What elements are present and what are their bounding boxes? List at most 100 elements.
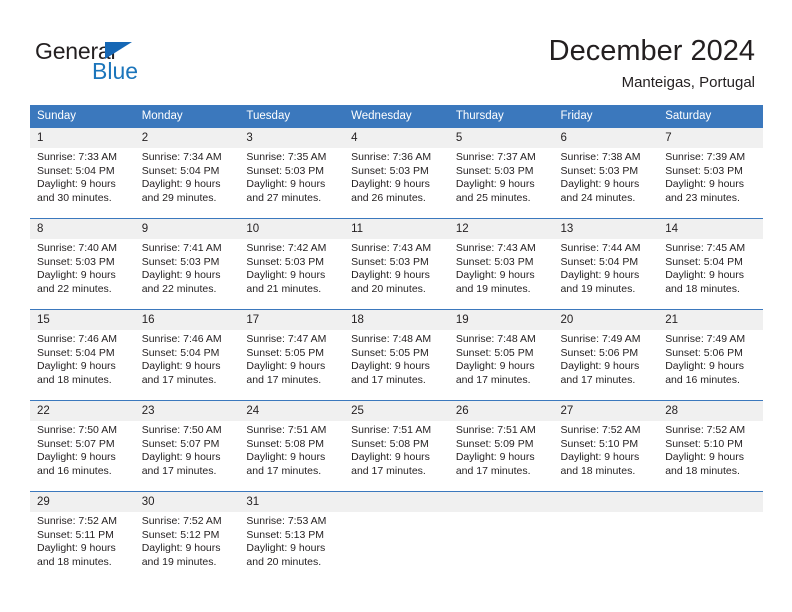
calendar-day-cell[interactable]: 21 Sunrise: 7:49 AM Sunset: 5:06 PM Dayl… — [658, 309, 763, 401]
day-cell-inner: 7 Sunrise: 7:39 AM Sunset: 5:03 PM Dayli… — [658, 128, 763, 218]
calendar-day-cell[interactable]: 7 Sunrise: 7:39 AM Sunset: 5:03 PM Dayli… — [658, 128, 763, 219]
calendar-day-cell-empty — [553, 491, 659, 582]
sunrise-text: Sunrise: 7:51 AM — [351, 424, 432, 436]
day-details — [658, 512, 763, 515]
calendar-day-cell[interactable]: 5 Sunrise: 7:37 AM Sunset: 5:03 PM Dayli… — [448, 128, 554, 219]
calendar-day-cell[interactable]: 20 Sunrise: 7:49 AM Sunset: 5:06 PM Dayl… — [553, 309, 659, 401]
daylight-text-line1: Daylight: 9 hours — [141, 360, 221, 373]
day-details: Sunrise: 7:38 AM Sunset: 5:03 PM Dayligh… — [554, 148, 659, 205]
day-cell-inner: 16 Sunrise: 7:46 AM Sunset: 5:04 PM Dayl… — [134, 310, 240, 400]
sunrise-text: Sunrise: 7:36 AM — [351, 151, 432, 163]
calendar-day-cell[interactable]: 10 Sunrise: 7:42 AM Sunset: 5:03 PM Dayl… — [239, 218, 345, 310]
daylight-text-line1: Daylight: 9 hours — [665, 178, 745, 191]
weekday-header-monday: Monday — [134, 105, 240, 128]
day-cell-inner: 10 Sunrise: 7:42 AM Sunset: 5:03 PM Dayl… — [239, 219, 345, 309]
calendar-day-cell[interactable]: 12 Sunrise: 7:43 AM Sunset: 5:03 PM Dayl… — [448, 218, 554, 310]
calendar-day-cell[interactable]: 17 Sunrise: 7:47 AM Sunset: 5:05 PM Dayl… — [239, 309, 345, 401]
logo-triangle-icon — [105, 42, 132, 59]
day-details: Sunrise: 7:50 AM Sunset: 5:07 PM Dayligh… — [135, 421, 240, 478]
calendar-day-cell[interactable]: 18 Sunrise: 7:48 AM Sunset: 5:05 PM Dayl… — [344, 309, 449, 401]
day-details: Sunrise: 7:37 AM Sunset: 5:03 PM Dayligh… — [449, 148, 554, 205]
day-details: Sunrise: 7:51 AM Sunset: 5:08 PM Dayligh… — [239, 421, 344, 478]
calendar-day-cell[interactable]: 1 Sunrise: 7:33 AM Sunset: 5:04 PM Dayli… — [30, 128, 135, 219]
day-cell-inner: 1 Sunrise: 7:33 AM Sunset: 5:04 PM Dayli… — [30, 128, 135, 218]
daylight-text-line2: and 29 minutes. — [141, 191, 217, 204]
sunset-text: Sunset: 5:05 PM — [351, 346, 429, 359]
calendar-day-cell[interactable]: 14 Sunrise: 7:45 AM Sunset: 5:04 PM Dayl… — [658, 218, 763, 310]
calendar-day-cell[interactable]: 8 Sunrise: 7:40 AM Sunset: 5:03 PM Dayli… — [30, 218, 135, 310]
day-cell-inner: 12 Sunrise: 7:43 AM Sunset: 5:03 PM Dayl… — [448, 219, 554, 309]
calendar-day-cell[interactable]: 11 Sunrise: 7:43 AM Sunset: 5:03 PM Dayl… — [344, 218, 449, 310]
daylight-text-line2: and 17 minutes. — [560, 373, 636, 386]
daylight-text-line1: Daylight: 9 hours — [560, 269, 640, 282]
day-cell-inner: 2 Sunrise: 7:34 AM Sunset: 5:04 PM Dayli… — [134, 128, 240, 218]
calendar-day-cell[interactable]: 3 Sunrise: 7:35 AM Sunset: 5:03 PM Dayli… — [239, 128, 345, 219]
calendar-day-cell[interactable]: 9 Sunrise: 7:41 AM Sunset: 5:03 PM Dayli… — [134, 218, 240, 310]
sunset-text: Sunset: 5:03 PM — [141, 255, 220, 268]
calendar-day-cell[interactable]: 13 Sunrise: 7:44 AM Sunset: 5:04 PM Dayl… — [553, 218, 659, 310]
daylight-text-line1: Daylight: 9 hours — [351, 178, 430, 191]
general-blue-logo[interactable]: General Blue — [35, 38, 215, 90]
calendar-week-row: 22 Sunrise: 7:50 AM Sunset: 5:07 PM Dayl… — [30, 400, 763, 492]
calendar-day-cell[interactable]: 27 Sunrise: 7:52 AM Sunset: 5:10 PM Dayl… — [553, 400, 659, 492]
calendar-day-cell[interactable]: 4 Sunrise: 7:36 AM Sunset: 5:03 PM Dayli… — [344, 128, 449, 219]
day-number: 9 — [134, 219, 240, 239]
day-cell-inner: 20 Sunrise: 7:49 AM Sunset: 5:06 PM Dayl… — [553, 310, 659, 400]
day-details: Sunrise: 7:41 AM Sunset: 5:03 PM Dayligh… — [135, 239, 240, 296]
daylight-text-line1: Daylight: 9 hours — [141, 269, 221, 282]
calendar-day-cell[interactable]: 2 Sunrise: 7:34 AM Sunset: 5:04 PM Dayli… — [134, 128, 240, 219]
day-cell-inner: 18 Sunrise: 7:48 AM Sunset: 5:05 PM Dayl… — [344, 310, 449, 400]
day-cell-inner: 22 Sunrise: 7:50 AM Sunset: 5:07 PM Dayl… — [30, 401, 135, 491]
sunrise-text: Sunrise: 7:52 AM — [141, 515, 222, 527]
daylight-text-line1: Daylight: 9 hours — [455, 451, 535, 464]
daylight-text-line2: and 25 minutes. — [455, 191, 531, 204]
day-details: Sunrise: 7:52 AM Sunset: 5:11 PM Dayligh… — [30, 512, 135, 569]
page-title: December 2024 — [548, 35, 755, 67]
daylight-text-line2: and 17 minutes. — [141, 464, 217, 477]
day-details: Sunrise: 7:36 AM Sunset: 5:03 PM Dayligh… — [344, 148, 449, 205]
calendar-day-cell[interactable]: 22 Sunrise: 7:50 AM Sunset: 5:07 PM Dayl… — [30, 400, 135, 492]
calendar-body: 1 Sunrise: 7:33 AM Sunset: 5:04 PM Dayli… — [30, 128, 763, 582]
calendar-day-cell[interactable]: 28 Sunrise: 7:52 AM Sunset: 5:10 PM Dayl… — [658, 400, 763, 492]
sunset-text: Sunset: 5:03 PM — [455, 255, 534, 268]
calendar-day-cell[interactable]: 26 Sunrise: 7:51 AM Sunset: 5:09 PM Dayl… — [448, 400, 554, 492]
weekday-header-saturday: Saturday — [658, 105, 763, 128]
day-details: Sunrise: 7:52 AM Sunset: 5:12 PM Dayligh… — [135, 512, 240, 569]
calendar-day-cell[interactable]: 19 Sunrise: 7:48 AM Sunset: 5:05 PM Dayl… — [448, 309, 554, 401]
day-number: 24 — [239, 401, 345, 421]
day-number: 11 — [344, 219, 449, 239]
daylight-text-line2: and 18 minutes. — [37, 373, 112, 386]
sunset-text: Sunset: 5:12 PM — [141, 528, 220, 541]
daylight-text-line2: and 20 minutes. — [351, 282, 426, 295]
calendar-week-row: 29 Sunrise: 7:52 AM Sunset: 5:11 PM Dayl… — [30, 491, 763, 582]
day-number: 2 — [134, 128, 240, 148]
day-number: 14 — [658, 219, 763, 239]
day-number: 27 — [553, 401, 659, 421]
calendar-week-row: 8 Sunrise: 7:40 AM Sunset: 5:03 PM Dayli… — [30, 218, 763, 310]
daylight-text-line1: Daylight: 9 hours — [351, 269, 430, 282]
day-cell-inner: 19 Sunrise: 7:48 AM Sunset: 5:05 PM Dayl… — [448, 310, 554, 400]
sunrise-text: Sunrise: 7:44 AM — [560, 242, 641, 254]
calendar-day-cell[interactable]: 29 Sunrise: 7:52 AM Sunset: 5:11 PM Dayl… — [30, 491, 135, 582]
day-cell-inner: 9 Sunrise: 7:41 AM Sunset: 5:03 PM Dayli… — [134, 219, 240, 309]
calendar-day-cell[interactable]: 6 Sunrise: 7:38 AM Sunset: 5:03 PM Dayli… — [553, 128, 659, 219]
calendar-day-cell[interactable]: 15 Sunrise: 7:46 AM Sunset: 5:04 PM Dayl… — [30, 309, 135, 401]
day-cell-inner: 13 Sunrise: 7:44 AM Sunset: 5:04 PM Dayl… — [553, 219, 659, 309]
day-number: 15 — [30, 310, 135, 330]
calendar-day-cell[interactable]: 16 Sunrise: 7:46 AM Sunset: 5:04 PM Dayl… — [134, 309, 240, 401]
day-number: 6 — [553, 128, 659, 148]
calendar-day-cell[interactable]: 30 Sunrise: 7:52 AM Sunset: 5:12 PM Dayl… — [134, 491, 240, 582]
daylight-text-line2: and 26 minutes. — [351, 191, 426, 204]
sunrise-text: Sunrise: 7:52 AM — [665, 424, 746, 436]
calendar-day-cell[interactable]: 24 Sunrise: 7:51 AM Sunset: 5:08 PM Dayl… — [239, 400, 345, 492]
daylight-text-line2: and 18 minutes. — [37, 555, 112, 568]
calendar-day-cell-empty — [658, 491, 763, 582]
calendar-day-cell[interactable]: 31 Sunrise: 7:53 AM Sunset: 5:13 PM Dayl… — [239, 491, 345, 582]
calendar-table: Sunday Monday Tuesday Wednesday Thursday… — [30, 105, 763, 582]
day-number — [448, 492, 554, 512]
calendar-day-cell[interactable]: 23 Sunrise: 7:50 AM Sunset: 5:07 PM Dayl… — [134, 400, 240, 492]
daylight-text-line2: and 20 minutes. — [246, 555, 322, 568]
day-details: Sunrise: 7:34 AM Sunset: 5:04 PM Dayligh… — [135, 148, 240, 205]
day-cell-inner: 17 Sunrise: 7:47 AM Sunset: 5:05 PM Dayl… — [239, 310, 345, 400]
calendar-day-cell[interactable]: 25 Sunrise: 7:51 AM Sunset: 5:08 PM Dayl… — [344, 400, 449, 492]
